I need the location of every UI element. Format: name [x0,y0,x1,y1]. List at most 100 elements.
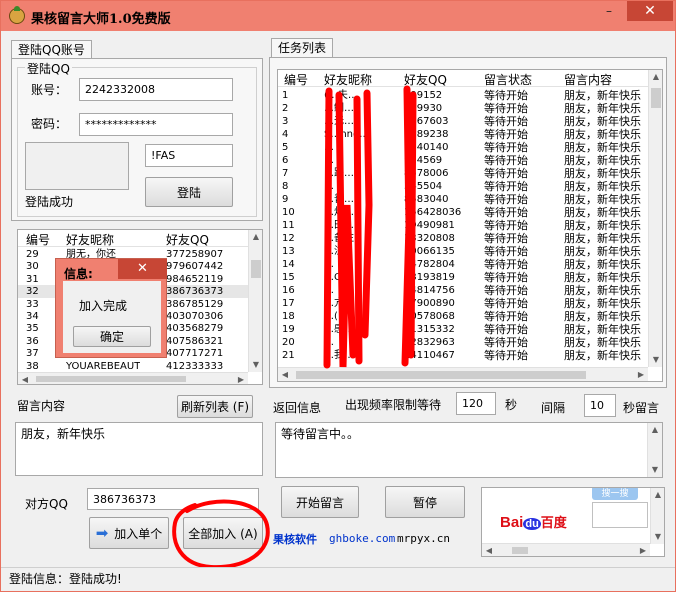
column-header-content[interactable]: 留言内容 [564,71,612,88]
scroll-down-arrow-icon[interactable]: ▼ [648,463,662,477]
scroll-right-arrow-icon[interactable]: ▶ [636,544,650,556]
dialog-body: 加入完成 确定 [63,281,161,353]
scroll-left-arrow-icon[interactable]: ◀ [482,544,496,556]
column-header-status[interactable]: 留言状态 [484,71,532,88]
task-status-cell: 等待开始 [484,323,528,336]
interval-seconds-input[interactable] [584,394,616,417]
scroll-down-arrow-icon[interactable]: ▼ [249,358,262,372]
column-header-nickname[interactable]: 好友昵称 [66,231,114,248]
feedback-textarea[interactable]: 等待留言中。。 ▲ ▼ [275,422,663,478]
task-id-cell: 9 [282,194,289,205]
task-status-cell: 等待开始 [484,180,528,193]
scroll-up-arrow-icon[interactable]: ▲ [651,488,664,502]
baidu-ad-box[interactable]: Bai du 百度 搜一搜 ▲ ▼ ◀ ▶ [481,487,665,557]
ad-vscrollbar[interactable]: ▲ ▼ [650,488,664,544]
task-id-cell: 21 [282,350,295,361]
scroll-thumb[interactable] [512,547,528,554]
baidu-logo: Bai du 百度 [500,514,567,531]
task-id-cell: 12 [282,233,295,244]
column-header-id[interactable]: 编号 [284,71,308,88]
task-status-cell: 等待开始 [484,310,528,323]
task-content-cell: 朋友，新年快乐 [564,154,641,167]
task-content-cell: 朋友，新年快乐 [564,89,641,102]
task-content-cell: 朋友，新年快乐 [564,206,641,219]
task-id-cell: 6 [282,155,289,166]
task-status-cell: 等待开始 [484,89,528,102]
column-header-id[interactable]: 编号 [26,231,50,248]
password-input[interactable] [79,113,233,136]
scroll-right-arrow-icon[interactable]: ▶ [634,368,648,381]
scroll-up-arrow-icon[interactable]: ▲ [648,423,662,437]
title-bar[interactable]: 果核留言大师1.0免费版 – ✕ [1,1,675,31]
ad-search-input[interactable] [592,502,648,528]
site-link-mrpyx[interactable]: mrpyx.cn [397,532,450,545]
scroll-left-arrow-icon[interactable]: ◀ [278,368,292,381]
scroll-thumb[interactable] [36,376,186,382]
scroll-thumb[interactable] [651,88,661,108]
task-id-cell: 8 [282,181,289,192]
task-id-cell: 5 [282,142,289,153]
friend-id-cell: 31 [26,273,39,285]
fruit-core-icon [9,6,25,24]
tab-login-qq[interactable]: 登陆QQ账号 [11,40,92,59]
close-button[interactable]: ✕ [627,1,673,21]
friend-list-hscrollbar[interactable]: ◀ ▶ [18,372,248,384]
column-header-qq[interactable]: 好友QQ [166,231,209,248]
tab-task-list[interactable]: 任务列表 [271,38,334,57]
scroll-up-arrow-icon[interactable]: ▲ [649,70,662,84]
task-content-cell: 朋友，新年快乐 [564,258,641,271]
friend-id-cell: 29 [26,249,39,260]
task-content-cell: 朋友，新年快乐 [564,115,641,128]
friend-qq-cell: 403568279 [166,323,224,335]
rate-limit-seconds-input[interactable] [456,392,496,415]
scroll-down-arrow-icon[interactable]: ▼ [651,530,664,544]
task-status-cell: 等待开始 [484,128,528,141]
account-input[interactable] [79,78,233,101]
info-dialog[interactable]: 信息: ✕ 加入完成 确定 [55,258,167,358]
friend-id-cell: 38 [26,360,39,372]
ad-hscrollbar[interactable]: ◀ ▶ [482,543,650,556]
friend-list-row[interactable]: 38 YOUAREBEAUT 412333333 [18,360,248,373]
task-status-cell: 等待开始 [484,115,528,128]
captcha-image [25,142,129,190]
scroll-down-arrow-icon[interactable]: ▼ [649,353,662,367]
task-content-cell: 朋友，新年快乐 [564,323,641,336]
site-link-ghboke[interactable]: ghboke.com [329,532,395,545]
friend-list-vscrollbar[interactable]: ▲ ▼ [248,230,262,372]
task-content-cell: 朋友，新年快乐 [564,310,641,323]
task-status-cell: 等待开始 [484,167,528,180]
start-message-button[interactable]: 开始留言 [281,486,359,518]
task-id-cell: 11 [282,220,295,231]
friend-id-cell: 30 [26,261,39,273]
status-text: 登陆信息：登陆成功! [9,572,122,586]
feedback-vscrollbar[interactable]: ▲ ▼ [647,423,662,477]
scroll-left-arrow-icon[interactable]: ◀ [18,373,32,384]
dialog-close-button[interactable]: ✕ [118,259,167,279]
dialog-ok-button[interactable]: 确定 [73,326,151,347]
task-list-vscrollbar[interactable]: ▲ ▼ [648,70,662,367]
status-bar: 登陆信息：登陆成功! [1,567,675,591]
task-id-cell: 18 [282,311,295,322]
add-single-button[interactable]: ➡ 加入单个 [89,517,169,549]
minimize-button[interactable]: – [597,1,621,21]
friend-list-header: 编号 好友昵称 好友QQ [18,230,248,247]
message-content-textarea[interactable]: 朋友，新年快乐 [15,422,263,476]
window-title: 果核留言大师1.0免费版 [31,12,171,27]
scroll-up-arrow-icon[interactable]: ▲ [249,230,262,244]
login-button[interactable]: 登陆 [145,177,233,207]
login-status-label: 登陆成功 [25,195,74,209]
task-content-cell: 朋友，新年快乐 [564,141,641,154]
task-status-cell: 等待开始 [484,102,528,115]
task-status-cell: 等待开始 [484,219,528,232]
refresh-list-button[interactable]: 刷新列表 (F) [177,395,253,418]
friend-id-cell: 32 [26,286,39,298]
scroll-thumb[interactable] [251,260,261,278]
pause-button[interactable]: 暂停 [385,486,465,518]
brand-name-link[interactable]: 果核软件 [273,531,317,547]
captcha-input[interactable] [145,144,233,167]
task-id-cell: 2 [282,103,289,114]
task-status-cell: 等待开始 [484,271,528,284]
task-id-cell: 16 [282,285,295,296]
ad-search-tab[interactable]: 搜一搜 [592,488,638,500]
scroll-right-arrow-icon[interactable]: ▶ [234,373,248,384]
